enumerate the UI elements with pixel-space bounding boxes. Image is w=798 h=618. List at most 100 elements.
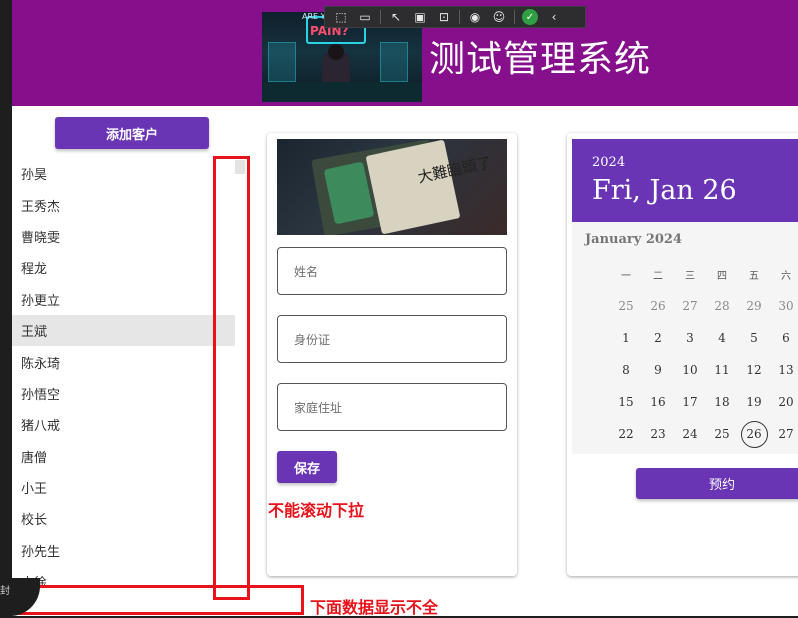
calendar-day-number: 24 xyxy=(682,427,698,441)
calendar-day[interactable]: 1 xyxy=(610,331,642,345)
calendar-week-row: 1 2 3 4 5 6 xyxy=(610,322,798,354)
calendar-day[interactable]: 11 xyxy=(706,363,738,377)
calendar-day[interactable]: 13 xyxy=(770,363,798,377)
calendar-weekday-label: 二 xyxy=(653,270,663,282)
accessibility-icon[interactable]: ☺ xyxy=(487,8,511,26)
calendar-day[interactable]: 3 xyxy=(674,331,706,345)
banner-window xyxy=(268,42,296,82)
calendar-day[interactable]: 12 xyxy=(738,363,770,377)
app-title: 测试管理系统 xyxy=(429,39,652,80)
calendar-day-number: 30 xyxy=(778,299,794,313)
camera-icon[interactable]: ▭ xyxy=(353,8,377,26)
calendar-day-number: 19 xyxy=(746,395,762,409)
customer-list-item[interactable]: 唐僧 xyxy=(12,441,235,472)
toolbar-divider xyxy=(514,10,515,24)
calendar-day-number: 3 xyxy=(686,331,694,345)
pointer-icon[interactable]: ↖ xyxy=(384,8,408,26)
calendar-week-row: 15 16 17 18 19 20 xyxy=(610,386,798,418)
calendar-day-number: 1 xyxy=(622,331,630,345)
customer-list-item[interactable]: 孙先生 xyxy=(12,535,235,566)
calendar-day[interactable]: 4 xyxy=(706,331,738,345)
calendar-day[interactable]: 17 xyxy=(674,395,706,409)
calendar-weekday-label: 六 xyxy=(781,270,791,282)
calendar-day[interactable]: 10 xyxy=(674,363,706,377)
calendar-day-number: 9 xyxy=(654,363,662,377)
calendar-day[interactable]: 8 xyxy=(610,363,642,377)
calendar-day[interactable]: 15 xyxy=(610,395,642,409)
calendar-day-number: 28 xyxy=(714,299,730,313)
calendar-header: 2024 Fri, Jan 26 xyxy=(572,139,798,222)
app-window: ARE YOU PAIN? 测试管理系统 添加客户 孙昊 王秀杰 曹晓雯 程龙 孙更立王… xyxy=(12,0,798,616)
bottom-annotation-box xyxy=(12,585,304,615)
calendar-day-number: 2 xyxy=(654,331,662,345)
calendar-week-row: 22 23 24 25 26 27 xyxy=(610,418,798,450)
desktop-corner-label: 封 xyxy=(0,586,10,597)
calendar-day-number: 17 xyxy=(682,395,698,409)
tracking-icon[interactable]: ⊡ xyxy=(432,8,456,26)
calendar-day[interactable]: 29 xyxy=(738,299,770,313)
calendar-day[interactable]: 25 xyxy=(610,299,642,313)
calendar-day[interactable]: 2 xyxy=(642,331,674,345)
calendar-day[interactable]: 25 xyxy=(706,427,738,441)
calendar-weekday-label: 一 xyxy=(621,270,631,282)
calendar-day-number: 22 xyxy=(618,427,634,441)
toolbar-divider xyxy=(459,10,460,24)
calendar-day[interactable]: 23 xyxy=(642,427,674,441)
calendar-day-number: 6 xyxy=(782,331,790,345)
customer-list-item[interactable]: 王斌 xyxy=(12,314,235,347)
scroll-annotation-box xyxy=(213,156,250,600)
calendar-day-number: 26 xyxy=(650,299,666,313)
calendar-day[interactable]: 20 xyxy=(770,395,798,409)
name-input[interactable]: 姓名 xyxy=(277,247,507,295)
calendar-day-number: 13 xyxy=(778,363,794,377)
calendar-day[interactable]: 27 xyxy=(674,299,706,313)
calendar-month-label[interactable]: January 2024 xyxy=(585,232,682,247)
customer-list-item[interactable]: 孙更立 xyxy=(12,284,235,315)
calendar-day[interactable]: 26 xyxy=(642,299,674,313)
calendar-day-number: 10 xyxy=(682,363,698,377)
customer-list-item[interactable]: 孙昊 xyxy=(12,158,235,189)
calendar-week-row: 8 9 10 11 12 13 xyxy=(610,354,798,386)
calendar-day[interactable]: 28 xyxy=(706,299,738,313)
calendar-day-number: 4 xyxy=(718,331,726,345)
calendar-day[interactable]: 5 xyxy=(738,331,770,345)
scroll-annotation-text: 不能滚动下拉 xyxy=(268,501,365,520)
bottom-annotation-text: 下面数据显示不全 xyxy=(310,598,439,617)
calendar-day-number: 20 xyxy=(778,395,794,409)
calendar-day[interactable]: 16 xyxy=(642,395,674,409)
customer-list-item[interactable]: 小王 xyxy=(12,472,235,503)
frame-icon[interactable]: ▣ xyxy=(408,8,432,26)
book-appointment-button[interactable]: 预约 xyxy=(636,468,798,499)
customer-list-item[interactable]: 曹晓雯 xyxy=(12,221,235,252)
calendar-weekday-row: 一二三四五六 xyxy=(610,258,798,290)
address-input[interactable]: 家庭住址 xyxy=(277,383,507,431)
customer-list-item[interactable]: 陈永琦 xyxy=(12,346,235,377)
calendar-day-number: 26 xyxy=(740,420,768,448)
calendar-weekday-label: 三 xyxy=(685,270,695,282)
customer-list-item[interactable]: 王秀杰 xyxy=(12,189,235,220)
calendar-day-selected[interactable]: 26 xyxy=(738,420,770,448)
status-ok-icon[interactable]: ✓ xyxy=(518,8,542,26)
calendar-day[interactable]: 24 xyxy=(674,427,706,441)
customer-list-item[interactable]: 孙悟空 xyxy=(12,378,235,409)
calendar-day[interactable]: 9 xyxy=(642,363,674,377)
id-card-input[interactable]: 身份证 xyxy=(277,315,507,363)
customer-list-item[interactable]: 校长 xyxy=(12,503,235,534)
calendar-day-number: 25 xyxy=(714,427,730,441)
customer-list[interactable]: 孙昊王秀杰曹晓雯程龙孙更立王斌陈永琦孙悟空猪八戒唐僧小王校长孙先生小徐 xyxy=(12,158,235,598)
calendar-day[interactable]: 22 xyxy=(610,427,642,441)
select-element-icon[interactable]: ⬚ xyxy=(329,8,353,26)
customer-list-item[interactable]: 程龙 xyxy=(12,252,235,283)
calendar-day[interactable]: 18 xyxy=(706,395,738,409)
calendar-year[interactable]: 2024 xyxy=(592,155,625,170)
calendar-day[interactable]: 27 xyxy=(770,427,798,441)
customer-list-item[interactable]: 猪八戒 xyxy=(12,409,235,440)
calendar-day[interactable]: 6 xyxy=(770,331,798,345)
hot-reload-icon[interactable]: ◉ xyxy=(463,8,487,26)
save-button[interactable]: 保存 xyxy=(277,451,337,483)
calendar-day[interactable]: 30 xyxy=(770,299,798,313)
calendar-day-number: 29 xyxy=(746,299,762,313)
calendar-day[interactable]: 19 xyxy=(738,395,770,409)
collapse-icon[interactable]: ‹ xyxy=(542,8,566,26)
add-customer-button[interactable]: 添加客户 xyxy=(55,117,209,149)
